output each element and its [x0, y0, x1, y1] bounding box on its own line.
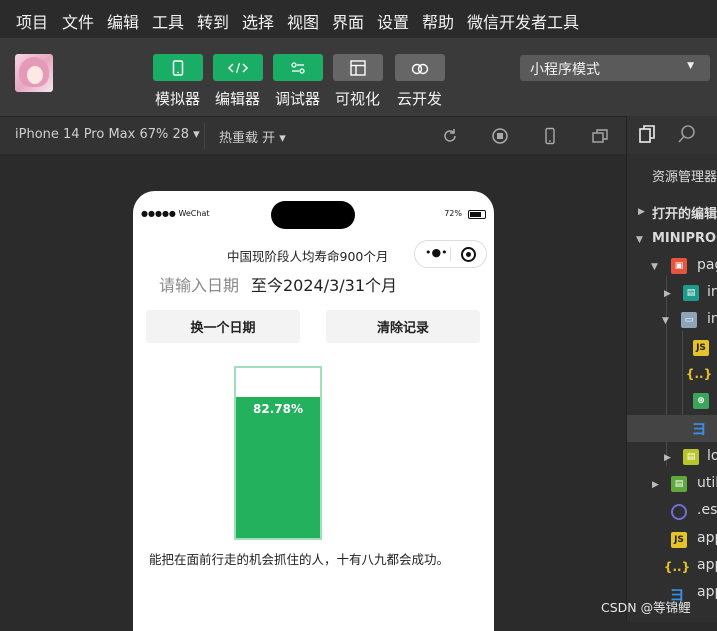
menu-wechat-devtools[interactable]: 微信开发者工具: [467, 9, 579, 33]
menu-file[interactable]: 文件: [62, 9, 94, 33]
miniprogram-capsule[interactable]: •●•: [414, 240, 487, 268]
dynamic-island: [271, 201, 355, 229]
simulator-button[interactable]: [153, 54, 203, 81]
date-input[interactable]: 请输入日期: [159, 272, 239, 296]
phone-screen: ●●●●● WeChat 72% •●• 中国现阶段人均寿命900个月 请输入日…: [133, 191, 494, 631]
preview-phone-icon[interactable]: [541, 127, 559, 145]
wxml-file-icon[interactable]: ⊕: [693, 393, 709, 409]
battery-icon: [468, 210, 486, 219]
menu-project[interactable]: 项目: [16, 9, 48, 33]
eslint-file-icon: [671, 504, 687, 520]
visual-button[interactable]: [333, 54, 383, 81]
json-file-icon: {..}: [663, 560, 691, 574]
visual-label: 可视化: [335, 90, 381, 108]
debugger-label: 调试器: [275, 90, 321, 108]
open-editors-section[interactable]: 打开的编辑: [652, 203, 717, 222]
device-chevron-down-icon: ▾: [193, 127, 200, 142]
tree-item-app-js[interactable]: app: [697, 530, 717, 546]
folder-utils-icon: ▤: [671, 476, 687, 492]
activity-bar: [627, 116, 717, 154]
device-select-value: iPhone 14 Pro Max 67% 28: [15, 127, 190, 142]
menu-help[interactable]: 帮助: [422, 9, 454, 33]
hot-reload-toggle[interactable]: 热重载 开 ▾: [219, 127, 286, 146]
tree-item-eslint[interactable]: .esl: [697, 502, 717, 518]
mode-select[interactable]: 小程序模式 ▼: [520, 55, 710, 81]
windows-icon[interactable]: [591, 127, 609, 145]
life-progress-percent: 82.78%: [253, 402, 303, 416]
chevron-down-icon[interactable]: ▼: [651, 262, 658, 272]
cloud-icon: [411, 63, 429, 74]
date-result-text: 至今2024/3/31个月: [251, 276, 398, 295]
json-file-icon[interactable]: {..}: [686, 366, 712, 382]
folder-index-icon: ▤: [683, 285, 699, 301]
chevron-right-icon[interactable]: ▶: [664, 453, 671, 463]
chevron-down-icon[interactable]: ▼: [662, 316, 669, 326]
motto-text: 能把在面前行走的机会抓住的人，十有八九都会成功。: [149, 552, 450, 567]
tree-item-index-1[interactable]: in: [707, 284, 717, 300]
menu-interface[interactable]: 界面: [332, 9, 364, 33]
menu-edit[interactable]: 编辑: [107, 9, 139, 33]
more-icon[interactable]: •●•: [425, 246, 448, 259]
capsule-divider: [450, 247, 451, 261]
tree-item-index-2[interactable]: in: [707, 311, 717, 327]
chevron-right-icon[interactable]: ▶: [638, 207, 645, 217]
hot-reload-label: 热重载 开: [219, 131, 276, 146]
menu-tools[interactable]: 工具: [152, 9, 184, 33]
tree-item-pages[interactable]: pag: [697, 257, 717, 273]
debug-icon: [291, 61, 305, 74]
chevron-right-icon[interactable]: ▶: [652, 480, 659, 490]
css-file-icon[interactable]: ヨ: [691, 420, 707, 438]
tree-item-app-json[interactable]: app: [697, 557, 717, 573]
change-date-button[interactable]: 换一个日期: [146, 310, 300, 343]
tree-item-app-wxss[interactable]: app: [697, 584, 717, 600]
status-battery-text: 72%: [444, 209, 462, 218]
life-progress-fill: [236, 397, 320, 538]
divider: [204, 123, 205, 149]
code-icon: [227, 62, 249, 73]
phone-icon: [172, 59, 184, 76]
refresh-icon[interactable]: [441, 127, 459, 145]
menu-bar: 项目 文件 编辑 工具 转到 选择 视图 界面 设置 帮助 微信开发者工具: [0, 0, 717, 38]
main-toolbar: 模拟器 编辑器 调试器 可视化 云开发 小程序模式 ▼: [0, 38, 717, 116]
folder-open-icon: ▭: [681, 312, 697, 328]
project-section[interactable]: MINIPROG: [652, 231, 717, 246]
layout-icon: [350, 59, 366, 76]
tree-item-logs[interactable]: lo: [707, 448, 717, 464]
menu-goto[interactable]: 转到: [197, 9, 229, 33]
js-file-icon: JS: [671, 532, 687, 548]
avatar-face: [27, 66, 43, 84]
simulator-toolbar: iPhone 14 Pro Max 67% 28 ▾ 热重载 开 ▾: [0, 116, 626, 155]
stop-icon[interactable]: [491, 127, 509, 145]
menu-view[interactable]: 视图: [287, 9, 319, 33]
explorer-panel: 资源管理器 ▶ 打开的编辑 ▼ MINIPROG ▼ ▣ pag ▶ ▤ in …: [626, 116, 717, 622]
tree-item-utils[interactable]: util: [697, 475, 717, 491]
cloud-dev-label: 云开发: [397, 90, 443, 108]
hot-reload-chevron-down-icon: ▾: [279, 131, 286, 146]
editor-button[interactable]: [213, 54, 263, 81]
mode-select-value: 小程序模式: [530, 62, 600, 78]
clear-record-button[interactable]: 清除记录: [326, 310, 480, 343]
life-progress-bar: 82.78%: [234, 366, 322, 540]
js-file-icon[interactable]: JS: [693, 340, 709, 356]
chevron-down-icon: ▼: [687, 61, 694, 71]
life-expectancy-text: 中国现阶段人均寿命900个月: [227, 249, 389, 264]
simulator-label: 模拟器: [155, 90, 201, 108]
menu-select[interactable]: 选择: [242, 9, 274, 33]
folder-pages-icon: ▣: [671, 258, 687, 274]
files-icon[interactable]: [637, 124, 657, 144]
search-icon[interactable]: [677, 124, 697, 144]
chevron-down-icon[interactable]: ▼: [636, 235, 643, 245]
watermark: CSDN @等锦鲤: [601, 600, 691, 615]
device-select[interactable]: iPhone 14 Pro Max 67% 28 ▾: [15, 127, 200, 142]
debugger-button[interactable]: [273, 54, 323, 81]
chevron-right-icon[interactable]: ▶: [664, 289, 671, 299]
avatar[interactable]: [15, 54, 53, 92]
cloud-dev-button[interactable]: [395, 54, 445, 81]
explorer-title: 资源管理器: [652, 170, 717, 185]
folder-logs-icon: ▤: [683, 449, 699, 465]
editor-label: 编辑器: [215, 90, 261, 108]
close-icon[interactable]: [461, 247, 476, 262]
status-carrier: ●●●●● WeChat: [141, 209, 210, 218]
menu-settings[interactable]: 设置: [377, 9, 409, 33]
